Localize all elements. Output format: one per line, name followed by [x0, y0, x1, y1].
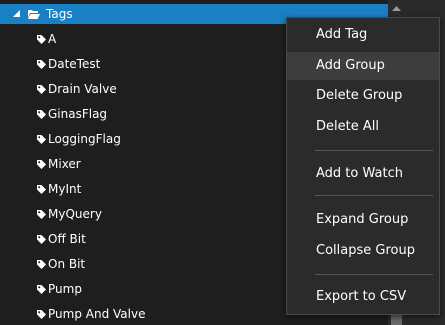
menu-item-label: Add Group — [316, 58, 385, 73]
menu-item-label: Expand Group — [316, 212, 409, 227]
menu-item-label: Add Tag — [316, 27, 368, 42]
tree-item-label: Off Bit — [48, 232, 86, 246]
context-menu: Add Tag Add Group Delete Group Delete Al… — [286, 17, 440, 315]
menu-separator — [315, 274, 433, 275]
scroll-up-arrow-icon[interactable] — [388, 0, 405, 17]
menu-item-expand-group[interactable]: Expand Group — [287, 206, 439, 234]
tree-item-label: DateTest — [48, 57, 101, 71]
tag-icon — [37, 110, 46, 119]
tree-item-label: A — [48, 32, 57, 46]
menu-item-add-to-watch[interactable]: Add to Watch — [287, 160, 439, 188]
tag-icon — [37, 210, 46, 219]
menu-item-label: Delete Group — [316, 88, 403, 103]
tag-icon — [37, 185, 46, 194]
tree-item-label: LoggingFlag — [48, 132, 121, 146]
menu-item-label: Add to Watch — [316, 166, 403, 181]
tag-icon — [37, 135, 46, 144]
tag-icon — [37, 160, 46, 169]
menu-item-collapse-group[interactable]: Collapse Group — [287, 237, 439, 265]
tree-item-label: Drain Valve — [48, 82, 117, 96]
tree-item-label: Mixer — [48, 157, 81, 171]
menu-item-label: Export to CSV — [316, 289, 407, 304]
tree-item-label: MyInt — [48, 182, 82, 196]
tree-root-label: Tags — [46, 7, 73, 21]
tag-icon — [37, 310, 46, 319]
menu-item-export-to-csv[interactable]: Export to CSV — [287, 283, 439, 311]
menu-item-label: Delete All — [316, 119, 379, 134]
menu-item-delete-all[interactable]: Delete All — [287, 113, 439, 141]
menu-separator — [315, 195, 433, 196]
menu-item-label: Collapse Group — [316, 243, 415, 258]
menu-item-delete-group[interactable]: Delete Group — [287, 82, 439, 110]
tag-icon — [37, 85, 46, 94]
tree-item-label: MyQuery — [48, 207, 102, 221]
tag-icon — [37, 35, 46, 44]
tree-item-label: GinasFlag — [48, 107, 108, 121]
menu-item-add-group[interactable]: Add Group — [287, 52, 439, 80]
tag-icon — [37, 235, 46, 244]
folder-open-icon — [28, 10, 40, 19]
tree-item-label: Pump — [48, 282, 82, 296]
menu-separator — [315, 150, 433, 151]
tree-item-label: Pump And Valve — [48, 307, 146, 321]
tag-icon — [37, 260, 46, 269]
menu-item-add-tag[interactable]: Add Tag — [287, 21, 439, 49]
tag-icon — [37, 285, 46, 294]
tag-icon — [37, 60, 46, 69]
tree-item-label: On Bit — [48, 257, 86, 271]
triangle-down-icon[interactable] — [12, 7, 22, 21]
